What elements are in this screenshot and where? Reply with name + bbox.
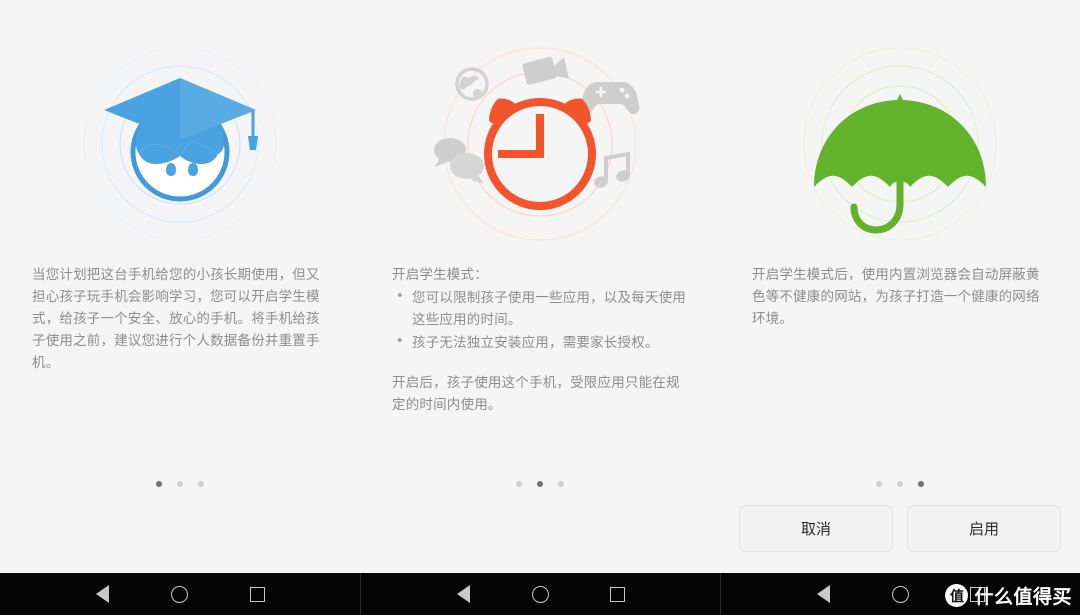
cancel-button[interactable]: 取消 [739,505,893,552]
recents-button[interactable] [607,583,629,605]
enable-button[interactable]: 启用 [907,505,1061,552]
page-dot-1[interactable] [876,481,882,487]
alarm-clock-icon [434,47,640,241]
triangle-left-icon [817,585,830,603]
page-dots-3[interactable] [720,481,1080,487]
nav-segment-2 [360,573,720,615]
circle-icon [532,585,549,603]
back-button[interactable] [92,583,114,605]
page-dot-2[interactable] [897,481,903,487]
video-camera-icon [522,57,570,85]
globe-icon [455,67,489,101]
back-button[interactable] [813,583,835,605]
action-buttons: 取消 启用 [720,505,1080,552]
android-navigation-bar: 值 什么值得买 [0,573,1080,615]
panel-browser-body: 开启学生模式后，使用内置浏览器会自动屏蔽黄色等不健康的网站，为孩子打造一个健康的… [752,267,1040,327]
page-dot-1[interactable] [516,481,522,487]
watermark: 值 什么值得买 [945,582,1072,609]
page-dot-2[interactable] [537,481,543,487]
alarm-clock-illustration [360,44,720,244]
circle-icon [892,585,909,603]
bullet-item: 您可以限制孩子使用一些应用，以及每天使用这些应用的时间。 [392,286,688,331]
home-button[interactable] [530,583,552,605]
page-dot-3[interactable] [558,481,564,487]
umbrella-icon [803,47,997,241]
panel-limits-copy: 开启学生模式： 您可以限制孩子使用一些应用，以及每天使用这些应用的时间。 孩子无… [360,264,720,416]
home-button[interactable] [169,583,191,605]
page-dot-3[interactable] [198,481,204,487]
panel-intro-copy: 当您计划把这台手机给您的小孩长期使用，但又担心孩子玩手机会影响学习，您可以开启学… [0,264,360,374]
page-dots-1[interactable] [0,481,360,487]
bullet-item: 孩子无法独立安装应用，需要家长授权。 [392,331,688,354]
watermark-text: 什么值得买 [974,586,1072,608]
graduate-child-illustration [0,44,360,244]
page-dot-2[interactable] [177,481,183,487]
circle-icon [171,585,189,603]
game-controller-icon [580,82,640,115]
square-icon [249,586,265,602]
page-dot-1[interactable] [156,481,162,487]
panel-intro-body: 当您计划把这台手机给您的小孩长期使用，但又担心孩子玩手机会影响学习，您可以开启学… [32,267,320,371]
page-dots-2[interactable] [360,481,720,487]
graduate-child-icon [83,47,277,241]
recents-button[interactable] [246,583,268,605]
umbrella-illustration [720,44,1080,244]
home-button[interactable] [890,583,912,605]
panel-intro: 当您计划把这台手机给您的小孩长期使用，但又担心孩子玩手机会影响学习，您可以开启学… [0,0,360,573]
square-icon [610,586,625,602]
watermark-logo-icon: 值 [945,584,969,607]
panel-limits-heading: 开启学生模式： [392,267,488,283]
panel-strip: 当您计划把这台手机给您的小孩长期使用，但又担心孩子玩手机会影响学习，您可以开启学… [0,0,1080,573]
panel-limits-bullets: 您可以限制孩子使用一些应用，以及每天使用这些应用的时间。 孩子无法独立安装应用，… [392,286,688,354]
page-dot-3[interactable] [918,481,924,487]
panel-browser-copy: 开启学生模式后，使用内置浏览器会自动屏蔽黄色等不健康的网站，为孩子打造一个健康的… [720,264,1080,330]
panel-limits-footer: 开启后，孩子使用这个手机，受限应用只能在规定的时间内使用。 [392,375,680,413]
nav-segment-1 [0,573,360,615]
triangle-left-icon [457,585,470,603]
triangle-left-icon [96,585,110,603]
back-button[interactable] [453,583,475,605]
panel-limits: 开启学生模式： 您可以限制孩子使用一些应用，以及每天使用这些应用的时间。 孩子无… [360,0,720,573]
music-note-icon [594,151,630,188]
chat-bubbles-icon [434,138,484,184]
panel-browser: 开启学生模式后，使用内置浏览器会自动屏蔽黄色等不健康的网站，为孩子打造一个健康的… [720,0,1080,573]
screenshot-canvas: 当您计划把这台手机给您的小孩长期使用，但又担心孩子玩手机会影响学习，您可以开启学… [0,0,1080,615]
